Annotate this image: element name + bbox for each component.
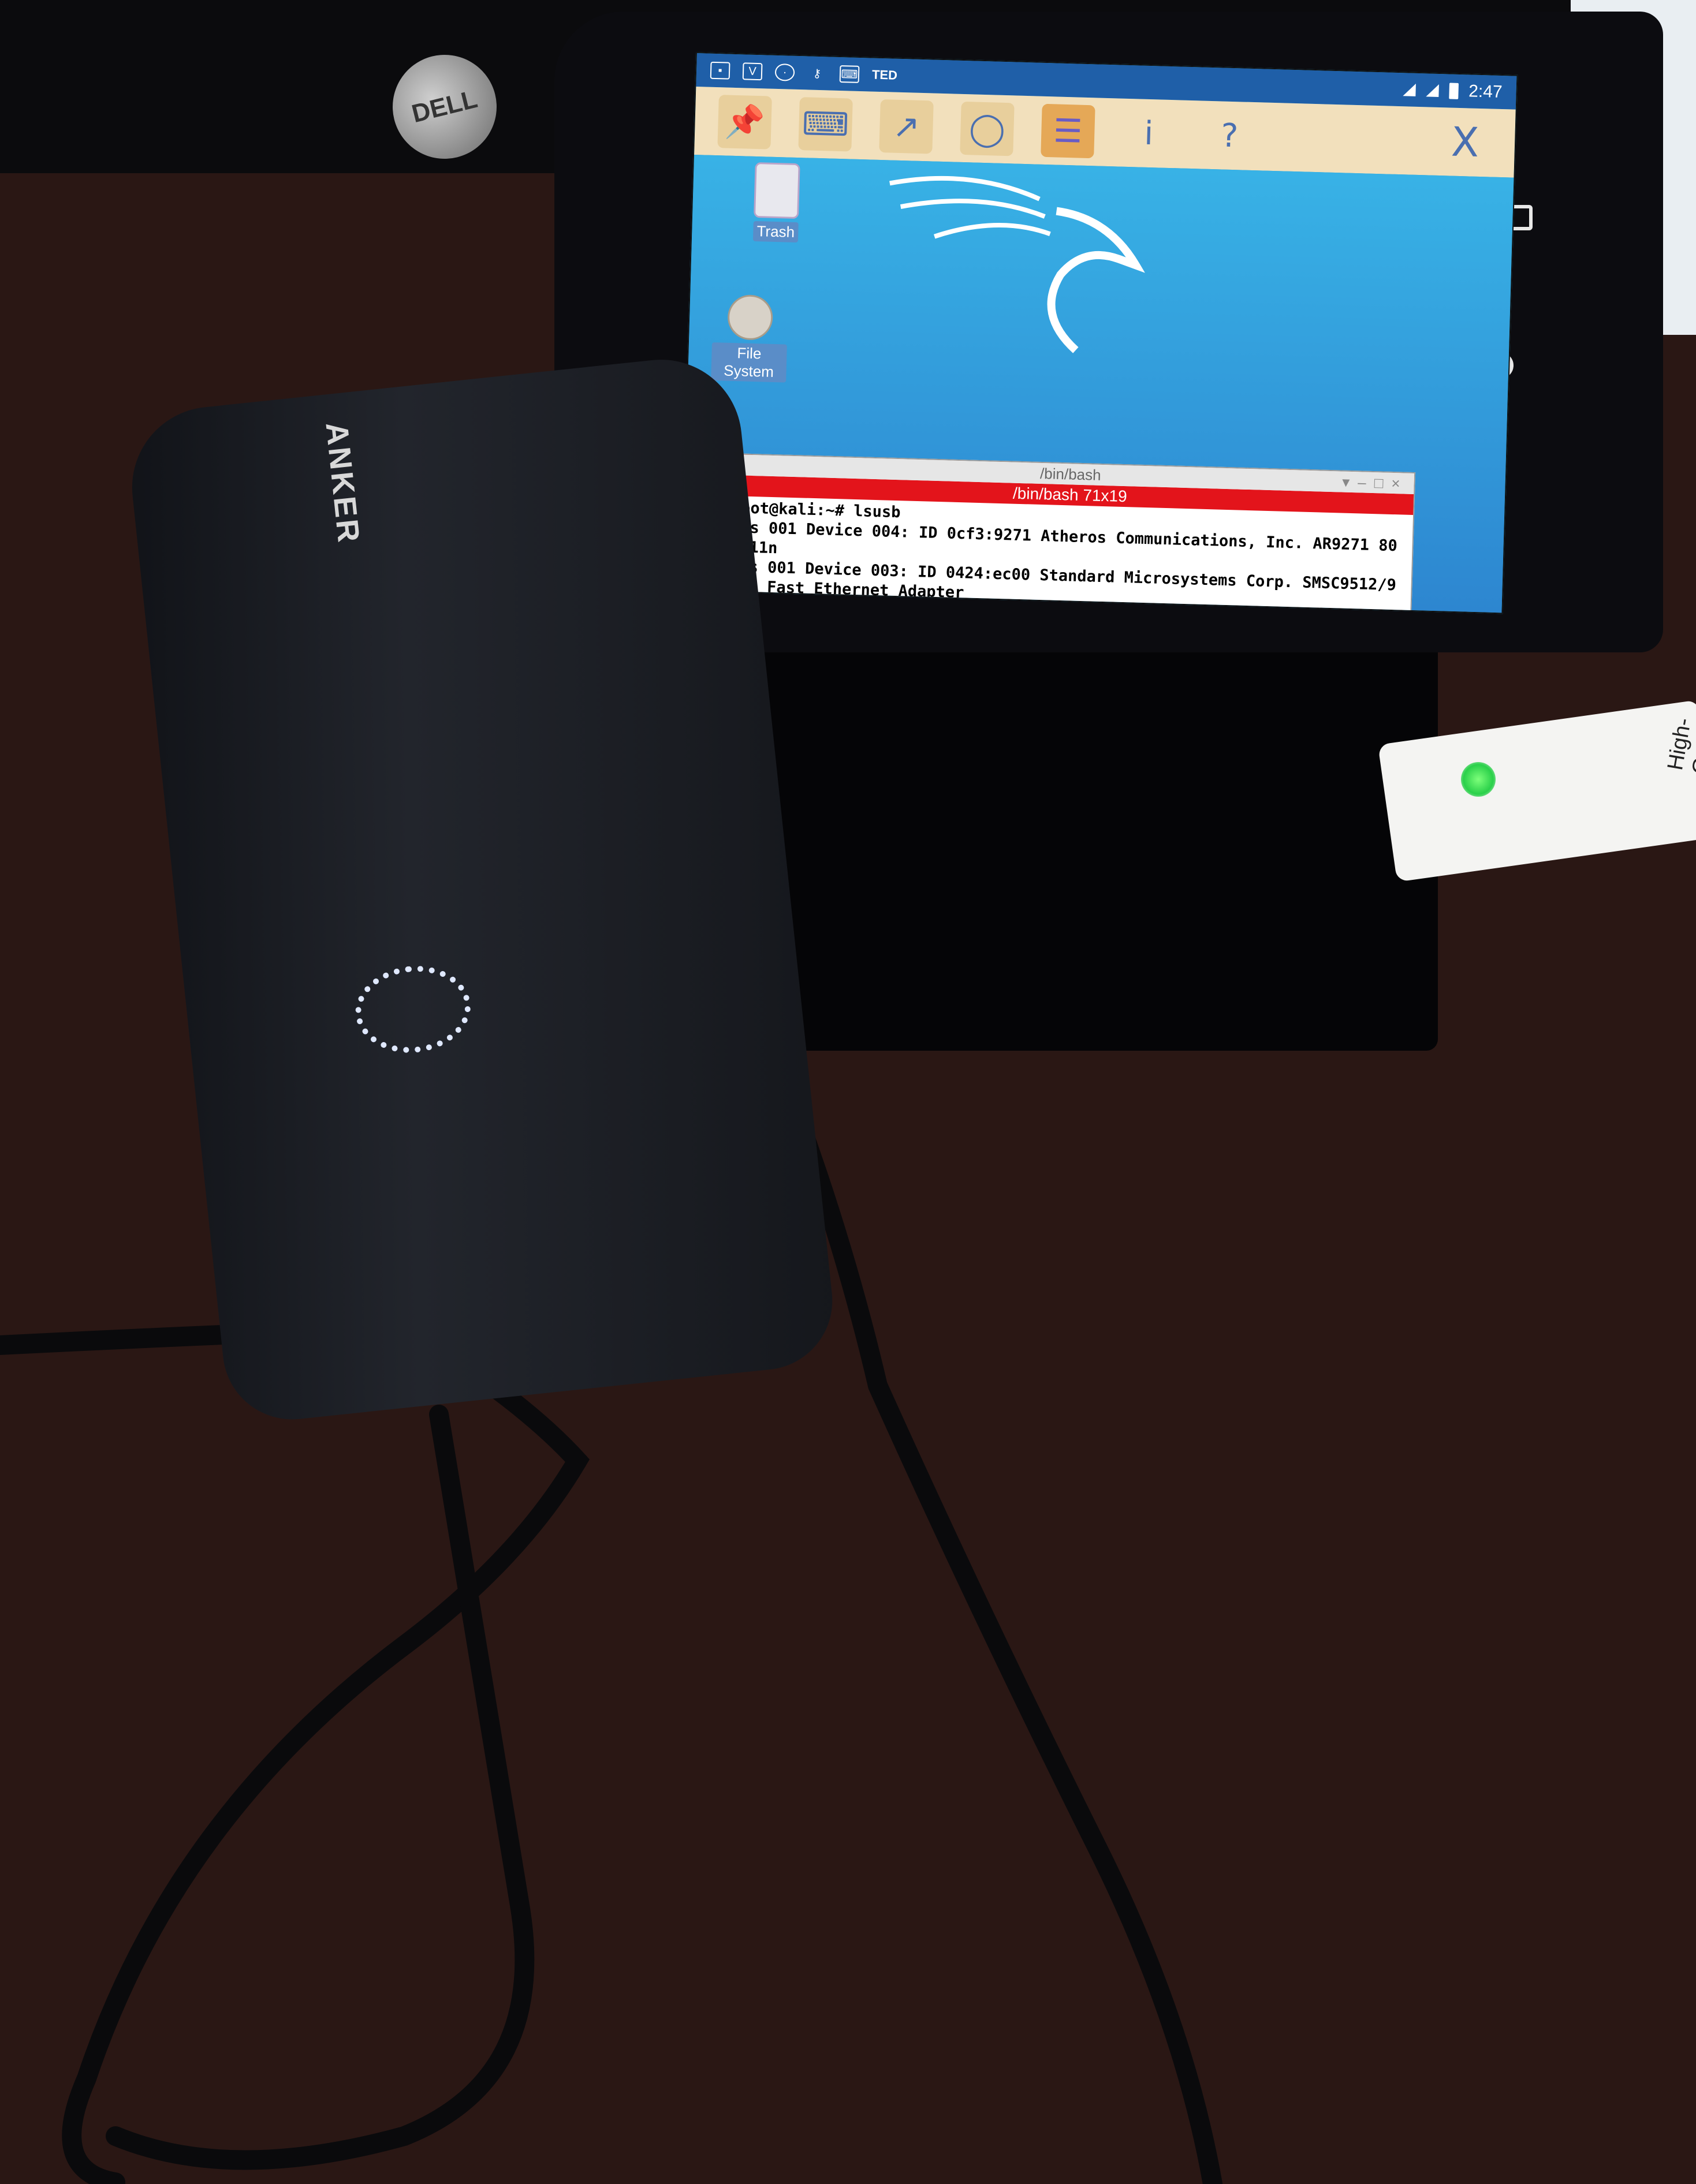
anker-brand-label: ANKER xyxy=(319,420,367,546)
battery-led-ring-icon xyxy=(351,960,475,1059)
anker-power-bank: ANKER xyxy=(124,352,840,1427)
photo-scene: DELL High-Gain ▪ V · ⚷ ⌨ TED 2:47 📌 ⌨ ↗ … xyxy=(0,0,1696,2184)
